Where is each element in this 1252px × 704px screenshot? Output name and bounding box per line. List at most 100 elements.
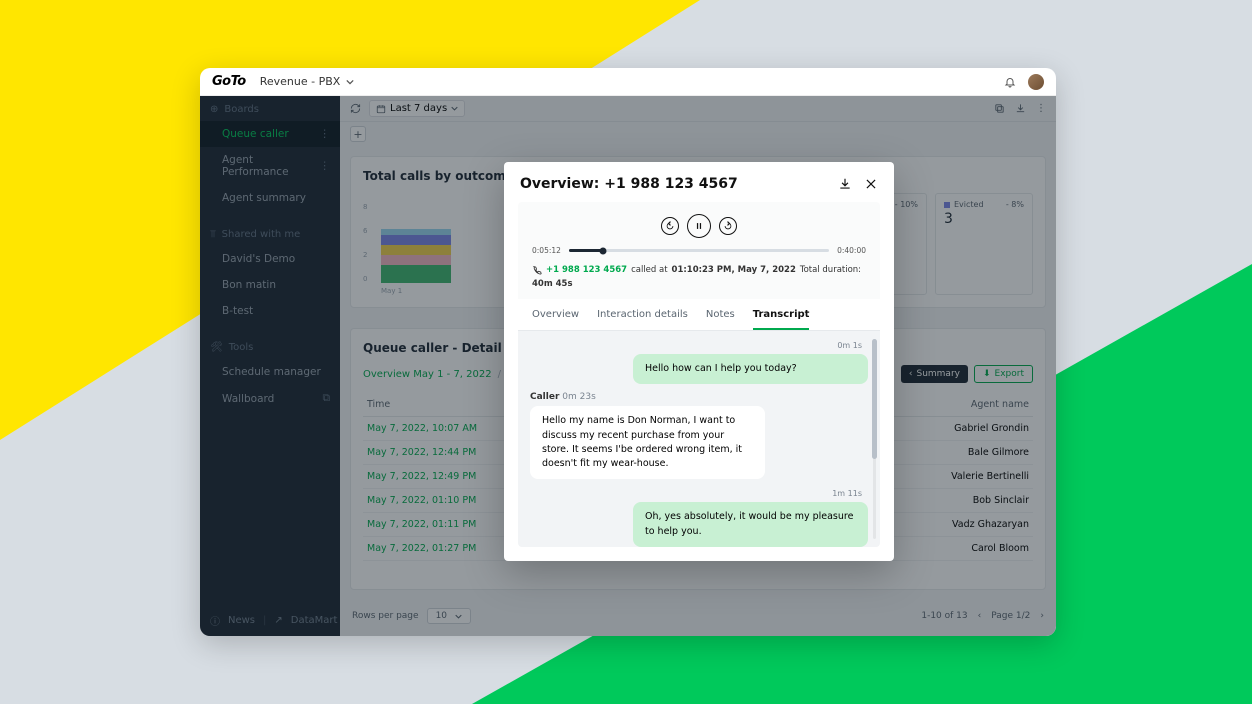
download-icon[interactable] <box>1015 103 1026 114</box>
sidebar-footer: ⓘ News | ↗ DataMart <box>200 605 340 636</box>
sidebar-item-wallboard[interactable]: Wallboard ⧉ <box>200 385 340 412</box>
chevron-down-icon <box>346 78 354 86</box>
ellipsis-icon[interactable]: ⋮ <box>320 160 331 172</box>
chevron-left-icon: ‹ <box>909 369 913 379</box>
share-icon: ⫪ <box>210 229 216 240</box>
sidebar-item-label: Agent Performance <box>222 154 314 178</box>
called-at-value: 01:10:23 PM, May 7, 2022 <box>672 265 796 275</box>
button-label: Export <box>995 369 1024 379</box>
total-time: 0:40:00 <box>837 246 866 255</box>
phone-number[interactable]: +1 988 123 4567 <box>546 265 627 275</box>
goto-logo: GoTo <box>212 74 246 89</box>
sidebar-section-tools: 🛠 Tools <box>200 334 340 359</box>
progress-bar-row: 0:05:12 0:40:00 <box>518 246 880 265</box>
stat-value: 3 <box>944 211 1024 227</box>
wrench-icon: 🛠 <box>210 342 223 353</box>
scrollbar-thumb[interactable] <box>872 339 877 459</box>
workspace-selector[interactable]: Revenue - PBX <box>260 75 355 88</box>
pagination-page: Page 1/2 <box>991 611 1030 621</box>
sidebar-item-bon-matin[interactable]: Bon matin <box>200 272 340 298</box>
bell-icon[interactable] <box>1004 76 1016 88</box>
more-icon[interactable]: ⋮ <box>1036 103 1046 114</box>
stat-label: Evicted <box>954 200 984 209</box>
next-page-icon[interactable]: › <box>1040 611 1044 621</box>
copy-icon[interactable] <box>994 103 1005 114</box>
sidebar-section-label: Shared with me <box>222 229 301 240</box>
tab-interaction-details[interactable]: Interaction details <box>597 301 688 330</box>
sidebar-item-label: Queue caller <box>222 128 289 140</box>
forward-10-button[interactable] <box>719 217 737 235</box>
prev-page-icon[interactable]: ‹ <box>978 611 982 621</box>
transcript-bubble-agent: Oh, yes absolutely, it would be my pleas… <box>633 502 868 547</box>
called-at-label: called at <box>631 265 667 275</box>
breadcrumb-item[interactable]: Overview May 1 - 7, 2022 <box>363 369 492 380</box>
close-icon[interactable] <box>864 177 878 191</box>
transcript-timestamp: 1m 11s <box>530 489 868 498</box>
download-icon[interactable] <box>838 177 852 191</box>
sidebar-section-label: Boards <box>224 104 259 115</box>
arrow-icon: ↗ <box>274 615 282 626</box>
progress-bar[interactable] <box>569 249 829 252</box>
top-bar: GoTo Revenue - PBX <box>200 68 1056 96</box>
sidebar: ⊕ Boards Queue caller ⋮ Agent Performanc… <box>200 96 340 636</box>
export-button[interactable]: ⬇ Export <box>974 365 1033 383</box>
tab-notes[interactable]: Notes <box>706 301 735 330</box>
transcript-bubble-agent: Hello how can I help you today? <box>633 354 868 384</box>
call-info: +1 988 123 4567 called at 01:10:23 PM, M… <box>518 265 880 299</box>
app-window: GoTo Revenue - PBX ⊕ Boards Queue caller… <box>200 68 1056 636</box>
info-icon[interactable]: ⓘ <box>210 613 220 628</box>
duration-value: 40m 45s <box>532 279 573 289</box>
sidebar-item-davids-demo[interactable]: David's Demo <box>200 246 340 272</box>
user-avatar[interactable] <box>1028 74 1044 90</box>
tab-transcript[interactable]: Transcript <box>753 301 810 330</box>
sidebar-section-label: Tools <box>229 342 254 353</box>
sidebar-item-label: Wallboard <box>222 393 274 405</box>
elapsed-time: 0:05:12 <box>532 246 561 255</box>
pagination: Rows per page 10 1-10 of 13 ‹ Page 1/2 › <box>352 608 1044 624</box>
workspace-name: Revenue - PBX <box>260 75 341 88</box>
sidebar-item-agent-performance[interactable]: Agent Performance ⋮ <box>200 147 340 185</box>
transcript-panel: 0m 1s Hello how can I help you today? Ca… <box>518 331 880 547</box>
footer-datamart[interactable]: DataMart <box>291 615 338 626</box>
summary-button[interactable]: ‹ Summary <box>901 365 968 383</box>
date-range-chip[interactable]: Last 7 days <box>369 100 465 117</box>
duration-label: Total duration: <box>800 265 861 275</box>
transcript-bubble-caller: Hello my name is Don Norman, I want to d… <box>530 406 765 479</box>
external-link-icon: ⧉ <box>323 392 331 405</box>
content-toolbar-row2: + <box>340 122 1056 146</box>
download-icon: ⬇ <box>983 369 991 379</box>
footer-news[interactable]: News <box>228 615 255 626</box>
speaker-name: Caller <box>530 392 559 402</box>
sidebar-item-queue-caller[interactable]: Queue caller ⋮ <box>200 121 340 147</box>
progress-fill <box>569 249 603 252</box>
ellipsis-icon[interactable]: ⋮ <box>320 128 331 140</box>
progress-knob[interactable] <box>599 247 606 254</box>
sidebar-item-agent-summary[interactable]: Agent summary <box>200 185 340 211</box>
add-widget-button[interactable]: + <box>350 126 366 142</box>
legend-dot <box>944 202 950 208</box>
refresh-icon[interactable] <box>350 103 361 114</box>
rows-per-page-select[interactable]: 10 <box>427 608 471 624</box>
modal-tabs: Overview Interaction details Notes Trans… <box>518 301 880 331</box>
date-range-label: Last 7 days <box>390 103 447 114</box>
sidebar-item-schedule-manager[interactable]: Schedule manager <box>200 359 340 385</box>
rewind-10-button[interactable] <box>661 217 679 235</box>
transcript-speaker-label: Caller 0m 23s <box>530 392 868 402</box>
play-pause-button[interactable] <box>687 214 711 238</box>
modal-title: Overview: +1 988 123 4567 <box>520 176 738 192</box>
tab-overview[interactable]: Overview <box>532 301 579 330</box>
transcript-timestamp: 0m 1s <box>530 341 868 350</box>
overview-modal: Overview: +1 988 123 4567 0:05:12 <box>504 162 894 561</box>
sidebar-item-b-test[interactable]: B-test <box>200 298 340 324</box>
calendar-icon <box>376 104 386 114</box>
chevron-down-icon <box>455 613 462 620</box>
sidebar-item-label: Schedule manager <box>222 366 321 378</box>
chart-y-axis: 8620 <box>363 203 373 283</box>
sidebar-item-label: David's Demo <box>222 253 295 265</box>
stat-card-evicted: Evicted- 8% 3 <box>935 193 1033 295</box>
audio-player-section: 0:05:12 0:40:00 +1 988 123 4567 called a… <box>518 202 880 299</box>
plus-circle-icon[interactable]: ⊕ <box>210 104 218 115</box>
button-label: Summary <box>916 369 960 379</box>
rows-per-page-label: Rows per page <box>352 611 419 621</box>
phone-icon <box>532 265 542 275</box>
